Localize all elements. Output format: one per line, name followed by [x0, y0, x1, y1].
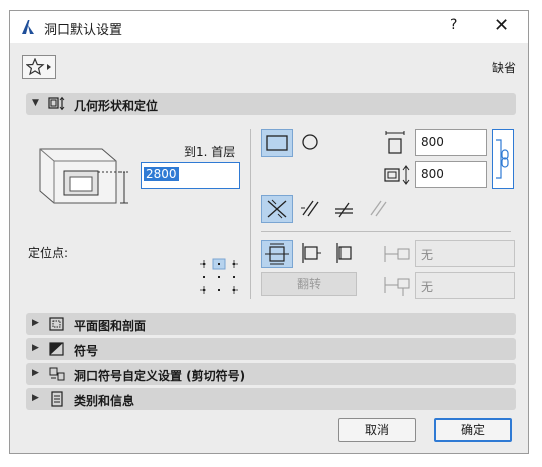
width-input[interactable]: 800	[415, 129, 487, 156]
rectangle-icon	[266, 135, 288, 151]
cancel-button[interactable]: 取消	[338, 418, 416, 442]
custom-symbol-icon	[49, 367, 65, 381]
collapse-arrow-icon: ▶	[32, 368, 39, 378]
placement-edge-left-button[interactable]	[295, 240, 327, 268]
panel-divider-horizontal	[261, 231, 511, 232]
reveal-right-button[interactable]	[329, 195, 361, 223]
sill-offset-icon	[384, 277, 410, 296]
wall-edge-left-icon	[302, 243, 321, 263]
section-custom-symbol-header[interactable]: ▶ 洞口符号自定义设置 (剪切符号)	[26, 363, 516, 385]
section-symbol-label: 符号	[74, 344, 99, 358]
section-geometry-label: 几何形状和定位	[74, 99, 159, 113]
depth-value: 800	[421, 167, 444, 181]
section-geometry-header[interactable]: ▼ 几何形状和定位	[26, 93, 516, 115]
slash-right-icon	[335, 202, 353, 218]
circle-icon	[302, 134, 318, 150]
sill-offset-value: 无	[421, 280, 434, 294]
help-button[interactable]: ?	[450, 17, 457, 33]
collapse-arrow-icon: ▶	[32, 343, 39, 353]
placement-center-button[interactable]	[261, 240, 293, 268]
rectangular-shape-button[interactable]	[261, 129, 293, 157]
expand-arrow-icon: ▼	[32, 98, 39, 108]
height-input[interactable]: 2800	[141, 162, 240, 189]
reveal-both-button[interactable]	[261, 195, 293, 223]
wall-edge-right-icon	[336, 243, 352, 263]
section-plan-section-label: 平面图和剖面	[74, 319, 147, 333]
default-label: 缺省	[492, 61, 517, 75]
archicad-logo-icon	[22, 20, 34, 34]
ok-button[interactable]: 确定	[434, 418, 512, 442]
depth-input[interactable]: 800	[415, 161, 487, 188]
section-classification-header[interactable]: ▶ 类别和信息	[26, 388, 516, 410]
depth-icon	[384, 165, 410, 185]
anchor-point-label: 定位点:	[28, 246, 69, 260]
collapse-arrow-icon: ▶	[32, 393, 39, 403]
placement-edge-right-button[interactable]	[329, 240, 361, 268]
floor-reference-label: 到1. 首层	[184, 145, 236, 159]
offset-icon	[384, 246, 410, 262]
circular-shape-button[interactable]	[295, 129, 327, 157]
slash-left-icon	[301, 200, 319, 217]
offset-value: 无	[421, 248, 434, 262]
collapse-arrow-icon: ▶	[32, 318, 39, 328]
close-button[interactable]: ✕	[494, 15, 509, 36]
section-plan-section-header[interactable]: ▶ 平面图和剖面	[26, 313, 516, 335]
panel-divider	[250, 129, 251, 299]
reveal-left-button[interactable]	[295, 195, 327, 223]
width-value: 800	[421, 135, 444, 149]
section-classification-label: 类别和信息	[74, 394, 135, 408]
height-value: 2800	[144, 167, 179, 181]
offset-input: 无	[415, 240, 515, 267]
document-icon	[51, 391, 63, 407]
favorites-button[interactable]	[22, 55, 56, 79]
flip-button: 翻转	[261, 272, 357, 296]
geometry-icon	[48, 96, 65, 111]
dialog-window: 洞口默认设置 ? ✕ 缺省 ▼ 几何形状和定位 到1. 首层 2800 定位点:…	[9, 10, 529, 454]
dialog-title: 洞口默认设置	[44, 23, 123, 38]
width-icon	[385, 131, 405, 154]
cross-slash-icon	[267, 199, 287, 219]
floor-plan-icon	[49, 317, 64, 331]
sill-offset-input: 无	[415, 272, 515, 299]
section-custom-symbol-label: 洞口符号自定义设置 (剪切符号)	[74, 369, 246, 383]
section-symbol-header[interactable]: ▶ 符号	[26, 338, 516, 360]
anchor-point-grid[interactable]	[200, 256, 238, 298]
slash-disabled-icon	[370, 200, 387, 217]
symbol-icon	[49, 342, 64, 356]
star-icon	[26, 58, 51, 76]
title-bar: 洞口默认设置 ? ✕	[10, 11, 528, 43]
reveal-none-button	[363, 195, 395, 223]
chain-link-icon	[496, 139, 509, 179]
opening-preview-icon	[39, 148, 128, 204]
link-dimensions-button[interactable]	[492, 129, 514, 189]
wall-center-icon	[265, 243, 289, 265]
